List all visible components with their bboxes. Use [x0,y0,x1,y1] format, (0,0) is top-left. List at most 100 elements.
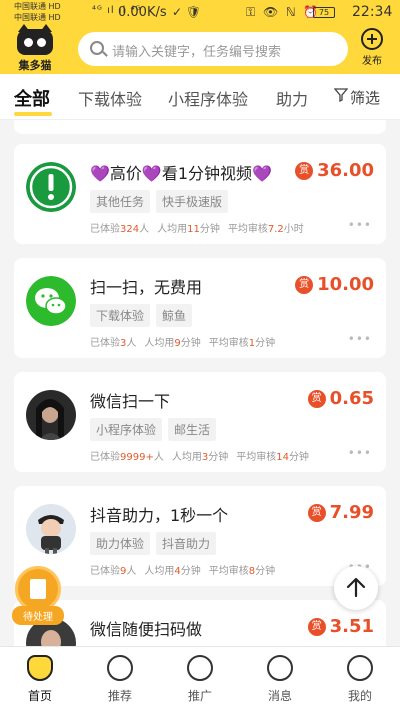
network-speed: 0.00K/s [118,5,167,20]
reward-amount: 36.00 [317,160,374,181]
reward-badge-icon: 赏 [295,161,314,180]
task-card[interactable]: 💜高价💜看1分钟视频💜 其他任务 快手极速版 已体验324人 人均用11分钟 平均审核… [14,144,386,244]
more-options-button[interactable]: ••• [348,218,372,232]
category-tabs: 全部 下载体验 小程序体验 助力 筛选 [0,74,400,120]
nav-promote[interactable]: 推广 [170,655,230,704]
review-time: 14 [276,452,289,463]
tab-download[interactable]: 下载体验 [78,86,142,110]
task-stats: 已体验3人 人均用9分钟 平均审核1分钟 [90,338,276,349]
status-bar: 中国联通 HD 中国联通 HD ⁴ᴳ ıl ıl ⁴ᴳ 0.00K/s ✓ 🛡 … [0,0,400,26]
reward-badge-icon: 赏 [307,617,326,636]
reward-badge-icon: 赏 [307,503,326,522]
task-tag: 邮生活 [168,418,217,441]
done-count: 324 [120,224,140,235]
task-title: 抖音助力，1秒一个 [90,506,229,525]
alert-icon [26,162,76,212]
task-tags: 助力体验 抖音助力 [90,532,222,555]
task-title: 微信扫一下 [90,392,171,411]
status-icons-middle: ✓ 🛡 [172,5,202,19]
profile-icon [347,655,373,681]
reward-amount: 0.65 [329,388,374,409]
publish-label: 发布 [362,56,382,67]
task-stats: 已体验9人 人均用4分钟 平均审核8分钟 [90,566,276,577]
search-icon [90,41,104,55]
search-bar[interactable]: 请输入关键字，任务编号搜索 [78,32,348,66]
task-tag: 抖音助力 [156,532,217,555]
battery-icon: 75 [313,7,335,18]
avg-time: 11 [187,224,200,235]
wechat-icon [26,276,76,326]
filter-label: 筛选 [350,89,381,107]
task-reward: 赏 3.51 [307,616,374,637]
task-tag: 其他任务 [90,190,151,213]
task-reward: 赏 36.00 [295,160,374,181]
task-tags: 下载体验 鲸鱼 [90,304,198,327]
task-title: 微信随便扫码做 [90,620,203,639]
task-tag: 小程序体验 [90,418,163,441]
app-header: 集多猫 请输入关键字，任务编号搜索 发布 [0,24,400,74]
nav-label: 我的 [347,689,372,703]
review-time: 7.2 [267,224,284,235]
task-card[interactable]: 抖音助力，1秒一个 助力体验 抖音助力 已体验9人 人均用4分钟 平均审核8分钟 赏 … [14,486,386,586]
scroll-to-top-button[interactable] [334,566,378,610]
nav-home[interactable]: 首页 [10,655,70,704]
tab-miniprogram[interactable]: 小程序体验 [168,86,248,110]
task-tag: 快手极速版 [156,190,229,213]
recommend-icon [107,655,133,681]
filter-button[interactable]: 筛选 [330,74,400,119]
more-options-button[interactable]: ••• [348,332,372,346]
app-logo: 集多猫 [12,24,58,73]
task-stats: 已体验9999+人 人均用3分钟 平均审核14分钟 [90,452,309,463]
reward-amount: 10.00 [317,274,374,295]
search-placeholder: 请输入关键字，任务编号搜索 [112,45,282,60]
task-tag: 助力体验 [90,532,151,555]
task-tags: 小程序体验 邮生活 [90,418,222,441]
filter-icon [334,88,348,102]
nav-label: 消息 [267,689,292,703]
cartoon-avatar [26,504,76,554]
nav-label: 推荐 [107,689,132,703]
task-tag: 鲸鱼 [156,304,193,327]
carrier-label-1: 中国联通 HD [14,2,61,11]
nav-profile[interactable]: 我的 [330,655,390,704]
reward-amount: 7.99 [329,502,374,523]
task-card[interactable]: 微信扫一下 小程序体验 邮生活 已体验9999+人 人均用3分钟 平均审核14分钟 赏… [14,372,386,472]
nav-label: 首页 [27,689,52,703]
clock: 22:34 [352,4,393,20]
task-card[interactable]: 微信随便扫码做 赏 3.51 [14,600,386,646]
user-photo [26,390,76,440]
cat-logo-icon [17,24,53,55]
tab-assist[interactable]: 助力 [276,86,308,110]
cat-home-icon [27,655,53,681]
reward-badge-icon: 赏 [307,389,326,408]
nav-messages[interactable]: 消息 [250,655,310,704]
publish-button[interactable]: 发布 [356,28,388,67]
send-icon [187,655,213,681]
logo-text: 集多猫 [18,59,52,72]
task-reward: 赏 7.99 [307,502,374,523]
task-title: 💜高价💜看1分钟视频💜 [90,164,272,183]
nav-recommend[interactable]: 推荐 [90,655,150,704]
pending-label: 待处理 [12,606,64,625]
nav-label: 推广 [187,689,212,703]
bottom-nav: 首页 推荐 推广 消息 我的 [0,646,400,711]
task-stats: 已体验324人 人均用11分钟 平均审核7.2小时 [90,224,304,235]
carrier-label-2: 中国联通 HD [14,13,61,22]
task-card[interactable]: 扫一扫，无费用 下载体验 鲸鱼 已体验3人 人均用9分钟 平均审核1分钟 赏 10.0… [14,258,386,358]
task-title: 扫一扫，无费用 [90,278,203,297]
task-reward: 赏 10.00 [295,274,374,295]
task-reward: 赏 0.65 [307,388,374,409]
done-count: 9999+ [120,452,154,463]
pending-tasks-button[interactable]: 待处理 [10,566,66,625]
status-icons-right: ⚿ 👁 ℕ ⏰ [246,5,321,19]
arrow-up-icon [346,577,366,598]
more-options-button[interactable]: ••• [348,446,372,460]
task-card-partial [14,120,386,134]
tab-all[interactable]: 全部 [14,85,50,111]
message-icon [267,655,293,681]
task-tags: 其他任务 快手极速版 [90,190,234,213]
plus-circle-icon [361,28,383,50]
reward-amount: 3.51 [329,616,374,637]
active-tab-indicator [14,112,52,116]
task-tag: 下载体验 [90,304,151,327]
